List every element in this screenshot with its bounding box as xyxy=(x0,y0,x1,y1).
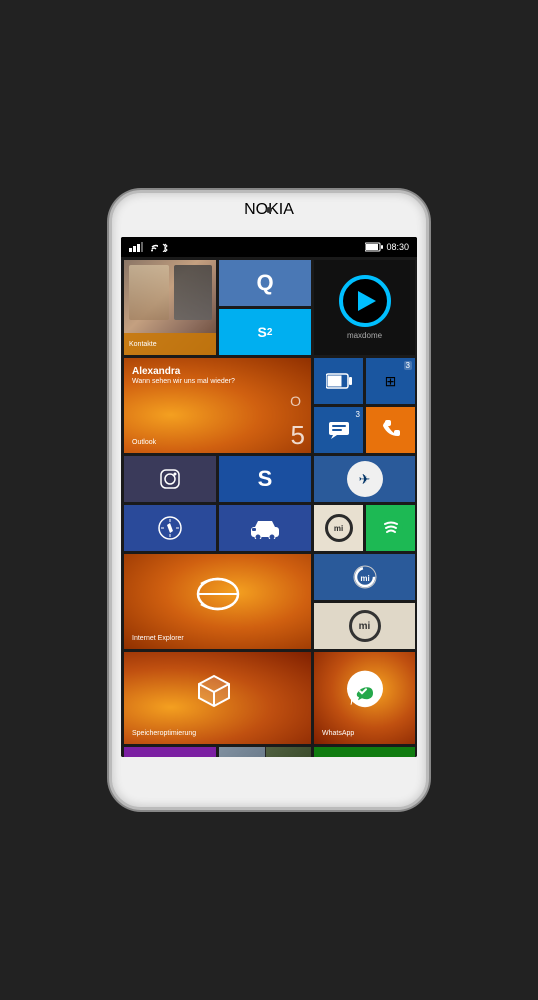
ie-icon xyxy=(193,569,243,619)
skype-icon: S xyxy=(258,324,267,340)
outlook-num: 5 xyxy=(291,420,305,450)
tile-lufthansa[interactable]: ✈ xyxy=(314,456,415,502)
tile-car[interactable] xyxy=(219,505,311,551)
tile-q[interactable]: Q xyxy=(219,260,311,306)
tile-outlook[interactable]: Alexandra Wann sehen wir uns mal wieder?… xyxy=(124,358,311,453)
kontakte-label: Kontakte xyxy=(129,341,157,348)
tiles-area[interactable]: Kontakte Q maxd xyxy=(121,257,417,757)
tile-battery[interactable] xyxy=(314,358,363,404)
lufthansa-logo: ✈ xyxy=(347,461,383,497)
shazam-s-icon: S xyxy=(258,466,273,492)
status-bar: 08:30 xyxy=(121,237,417,257)
speicher-label: Speicheroptimierung xyxy=(132,730,196,737)
wifi-icon xyxy=(146,242,158,252)
svg-text:mi: mi xyxy=(360,574,369,583)
outlook-msg: Wann sehen wir uns mal wieder? xyxy=(132,378,235,385)
store-icon: ⊞ xyxy=(385,373,397,390)
ie-label: Internet Explorer xyxy=(132,635,184,642)
tile-fitness[interactable]: mi xyxy=(314,554,415,600)
whatsapp-label: WhatsApp xyxy=(322,730,354,737)
car-icon xyxy=(250,517,280,539)
tile-phone[interactable] xyxy=(366,407,415,453)
screen: 08:30 Kontakte xyxy=(121,237,417,757)
front-camera xyxy=(266,207,272,213)
whatsapp-bubble-icon xyxy=(345,673,385,713)
battery-icon xyxy=(365,242,383,252)
tile-maxdome[interactable]: maxdome xyxy=(314,260,415,355)
skype-num: 2 xyxy=(267,327,273,338)
battery-tile-icon xyxy=(326,372,352,390)
outlook-name: Alexandra xyxy=(132,366,235,377)
chat-badge: 3 xyxy=(356,410,360,419)
tile-messages[interactable]: 3 xyxy=(314,407,363,453)
tile-stories[interactable]: 📍 Nokia Storyteller xyxy=(219,747,311,757)
storage-icon xyxy=(194,671,234,711)
tile-mi2[interactable]: mi xyxy=(314,603,415,649)
tile-whatsapp[interactable]: WhatsApp xyxy=(314,652,415,744)
phone-device: NOKIA xyxy=(109,190,429,810)
tile-instagram[interactable] xyxy=(124,456,216,502)
compass-icon xyxy=(157,515,183,541)
signal-icon xyxy=(129,242,143,252)
instagram-icon xyxy=(159,468,181,490)
tile-store[interactable]: ⊞ 3 xyxy=(366,358,415,404)
mi-band-icon: mi xyxy=(349,610,381,642)
tile-camera[interactable] xyxy=(124,747,216,757)
tile-spotify[interactable] xyxy=(366,505,415,551)
fitness-icon: mi xyxy=(352,564,378,590)
tile-shazam[interactable]: S xyxy=(219,456,311,502)
spotify-icon xyxy=(377,514,405,542)
status-icons-left xyxy=(129,242,169,252)
mi-logo: mi xyxy=(325,514,353,542)
tile-compass[interactable] xyxy=(124,505,216,551)
tile-skype[interactable]: S 2 xyxy=(219,309,311,355)
tile-speicher[interactable]: Speicheroptimierung xyxy=(124,652,311,744)
outlook-label: Outlook xyxy=(132,439,156,446)
tile-mi[interactable]: mi xyxy=(314,505,363,551)
chat-icon xyxy=(328,421,350,439)
q-icon: Q xyxy=(256,270,273,296)
tile-spiele[interactable]: Spiele xyxy=(314,747,415,757)
bluetooth-icon xyxy=(161,242,169,252)
ol-icon: O xyxy=(290,393,301,409)
phone-icon xyxy=(380,419,402,441)
maxdome-label: maxdome xyxy=(347,331,382,340)
store-badge: 3 xyxy=(404,361,412,370)
status-icons-right: 08:30 xyxy=(365,242,409,252)
tile-ie[interactable]: Internet Explorer xyxy=(124,554,311,649)
tile-kontakte[interactable]: Kontakte xyxy=(124,260,216,355)
time-display: 08:30 xyxy=(386,242,409,252)
